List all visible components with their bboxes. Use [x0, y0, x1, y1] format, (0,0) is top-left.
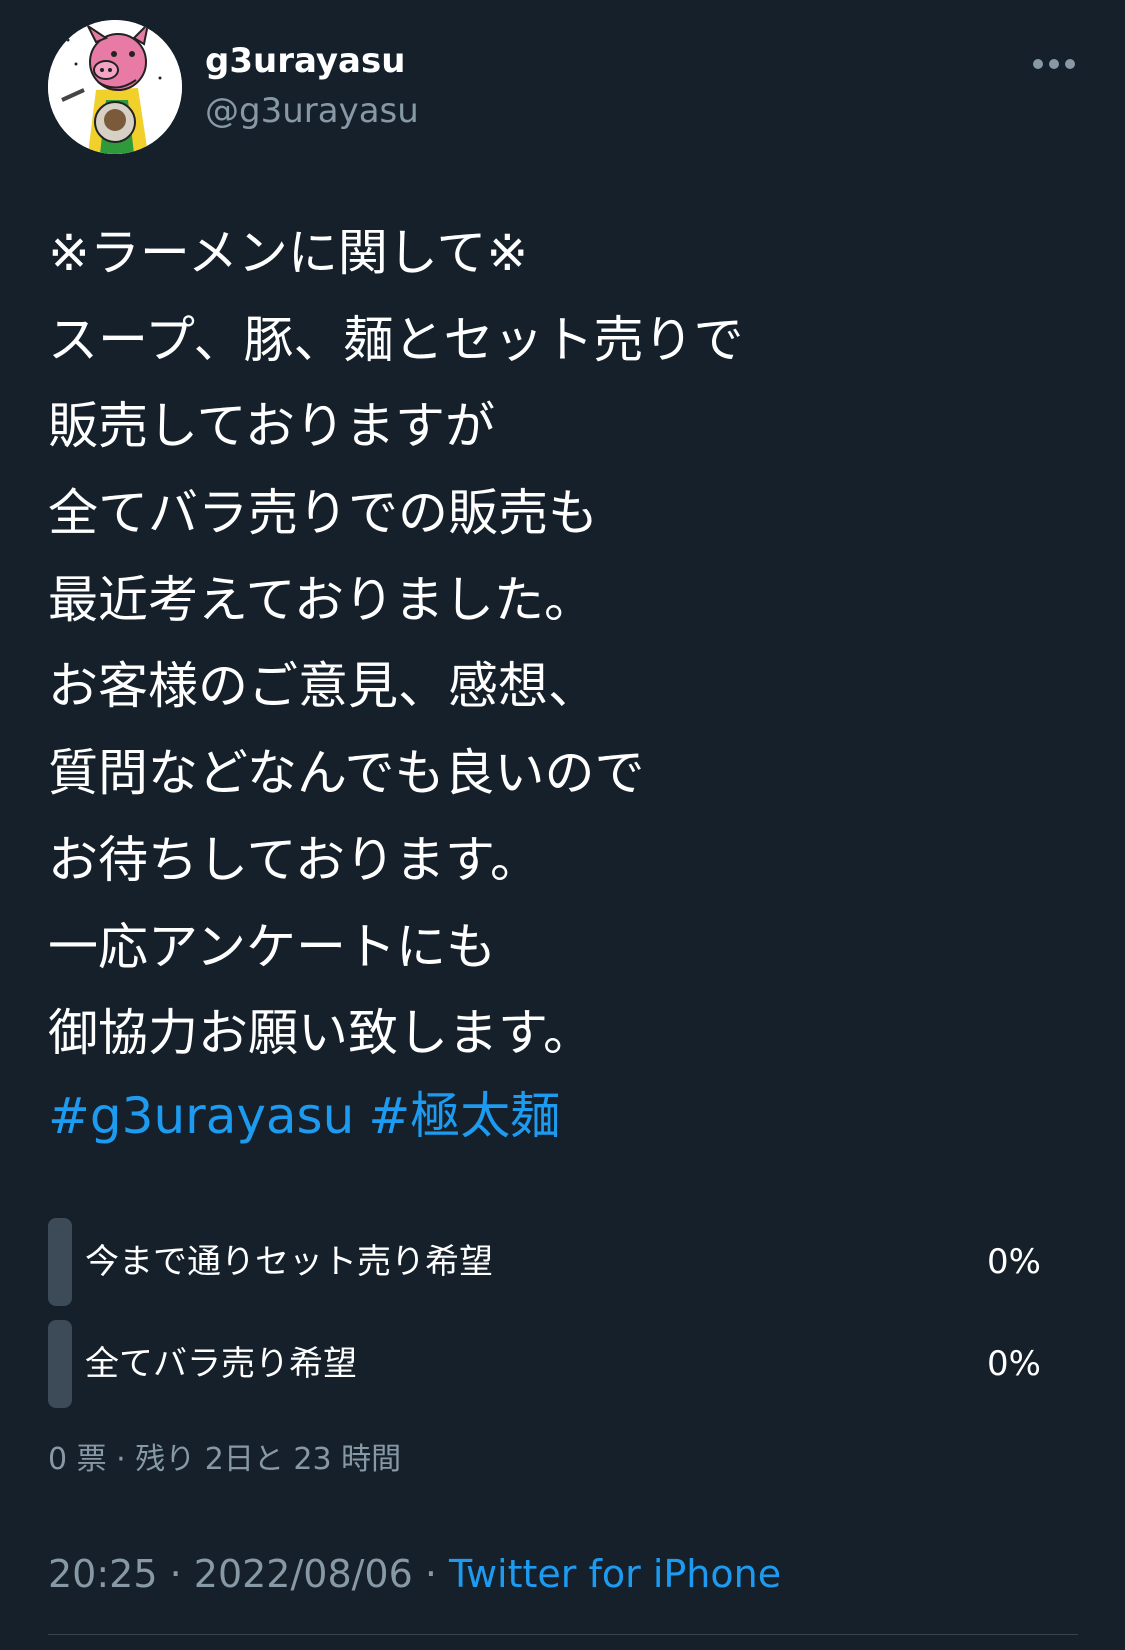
tweet-line: 販売しておりますが: [48, 397, 495, 456]
meta-separator: ·: [412, 1552, 450, 1596]
tweet-line: ※ラーメンに関して※: [48, 224, 529, 282]
tweet-header: g3urayasu @g3urayasu: [48, 20, 1078, 154]
poll-meta: 0 票 · 残り 2日と 23 時間: [48, 1442, 402, 1477]
tweet-time[interactable]: 20:25: [48, 1552, 158, 1596]
hashtag-g3urayasu[interactable]: #g3urayasu: [48, 1087, 354, 1145]
divider: [48, 1634, 1078, 1635]
tweet-line: 最近考えておりました。: [48, 570, 594, 629]
poll-option-label: 全てバラ売り希望: [85, 1344, 357, 1384]
tweet-source-link[interactable]: Twitter for iPhone: [449, 1552, 781, 1596]
tweet-line: お待ちしております。: [48, 830, 540, 889]
poll-result-bar: [48, 1320, 72, 1408]
poll: 今まで通りセット売り希望 0% 全てバラ売り希望 0%: [48, 1218, 1041, 1422]
poll-option[interactable]: 今まで通りセット売り希望 0%: [48, 1218, 1041, 1306]
hashtag-gokubutomen[interactable]: #極太麺: [368, 1087, 560, 1145]
more-options-button[interactable]: [1030, 52, 1078, 76]
meta-separator: ·: [157, 1552, 194, 1596]
tweet-line: 全てバラ売りでの販売も: [48, 484, 598, 543]
poll-option-percent: 0%: [987, 1344, 1041, 1384]
user-handle[interactable]: @g3urayasu: [205, 90, 419, 132]
tweet-metadata: 20:25 · 2022/08/06 · Twitter for iPhone: [48, 1550, 781, 1598]
avatar[interactable]: [48, 20, 182, 154]
tweet-date[interactable]: 2022/08/06: [194, 1552, 413, 1596]
poll-option-percent: 0%: [987, 1242, 1041, 1282]
display-name[interactable]: g3urayasu: [205, 40, 405, 82]
poll-option[interactable]: 全てバラ売り希望 0%: [48, 1320, 1041, 1408]
tweet-line: 一応アンケートにも: [48, 917, 496, 976]
tweet-line: スープ、豚、麺とセット売りで: [48, 310, 744, 369]
more-horizontal-icon: [1033, 59, 1075, 69]
tweet-line: 質問などなんでも良いので: [48, 744, 645, 803]
pig-chef-icon: [48, 20, 182, 154]
poll-result-bar: [48, 1218, 72, 1306]
hashtag-row: #g3urayasu #極太麺: [48, 1073, 574, 1159]
poll-option-label: 今まで通りセット売り希望: [85, 1242, 493, 1282]
tweet-line: 御協力お願い致します。: [48, 1004, 593, 1063]
tweet-text: ※ラーメンに関して※ スープ、豚、麺とセット売りで 販売しておりますが 全てバラ…: [48, 210, 1068, 1077]
tweet-line: お客様のご意見、感想、: [48, 657, 598, 716]
